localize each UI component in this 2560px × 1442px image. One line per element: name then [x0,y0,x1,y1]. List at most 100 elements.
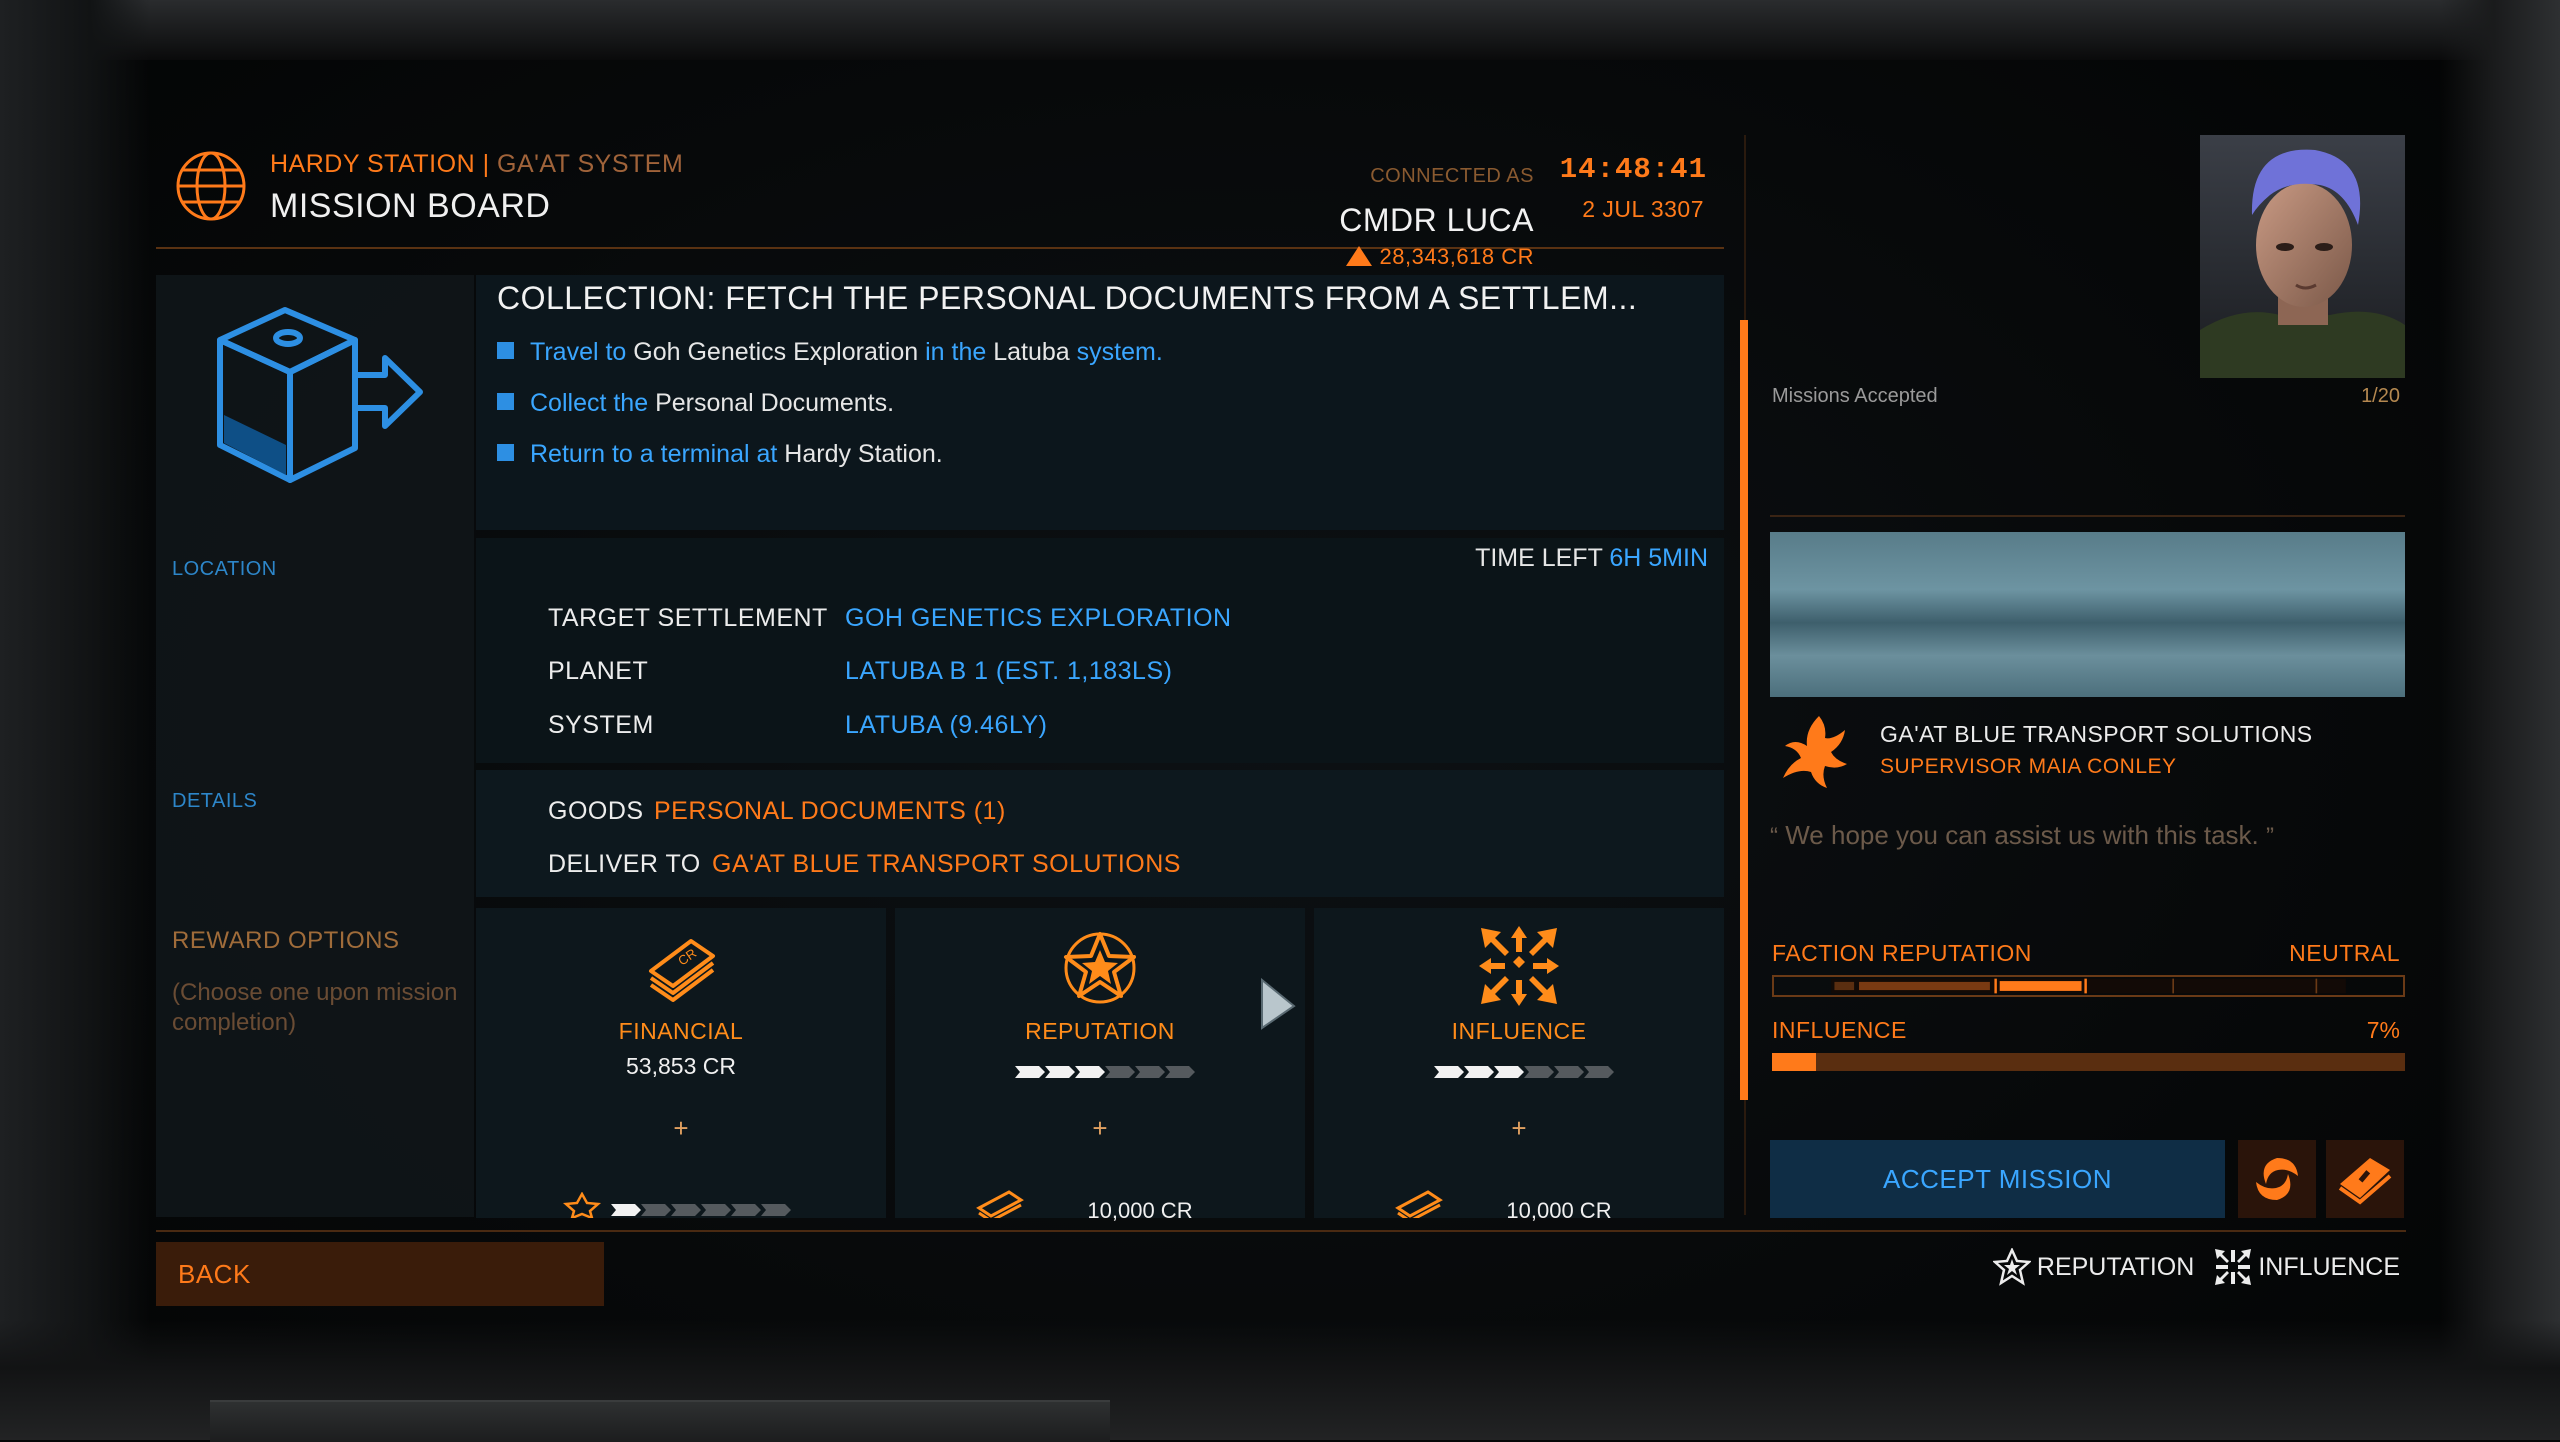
reward-legend: REPUTATION INFLUENCE [1992,1248,2400,1286]
reputation-star-icon [1064,932,1136,1004]
level-segment [1464,1066,1494,1078]
reward-card-reputation[interactable]: REPUTATION + 10,000 CR [895,908,1305,1223]
faction-name: GA'AT BLUE TRANSPORT SOLUTIONS [1880,721,2313,747]
legend-reputation: REPUTATION [1992,1248,2194,1286]
reward-plus: + [1092,1113,1108,1143]
reward-card-financial[interactable]: CR FINANCIAL 53,853 CR + [476,908,886,1218]
reputation-level-bar [1015,1066,1195,1078]
influence-value: 7% [2366,1017,2400,1043]
level-segment [731,1204,761,1216]
reward-options-label: REWARD OPTIONS [172,927,400,954]
faction-phoenix-icon [1783,716,1847,788]
open-quote-icon: “ [1770,823,1778,850]
decline-mission-button[interactable] [2238,1140,2316,1218]
reward-financial-label: FINANCIAL [618,1018,744,1044]
reward-plus: + [1511,1113,1527,1143]
influence-level-bar [1434,1066,1614,1078]
system-label: SYSTEM [548,711,654,739]
goods-value: PERSONAL DOCUMENTS (1) [654,797,1006,825]
connected-as-label: CONNECTED AS [1370,165,1534,187]
details-section-label: DETAILS [172,790,258,812]
faction-quote: “ We hope you can assist us with this ta… [1770,820,2274,850]
bullet-icon [497,342,514,359]
commander-avatar [2200,135,2405,378]
reputation-level-bar [611,1204,791,1216]
accept-mission-button[interactable]: ACCEPT MISSION [1770,1140,2225,1218]
missions-accepted-count: 1/20 [2361,385,2400,407]
deliver-to-label: DELIVER TO [548,850,701,878]
faction-reputation-value: NEUTRAL [2289,940,2400,966]
cockpit-frame-left [0,0,150,1440]
level-segment [1584,1066,1614,1078]
cockpit-frame-right [2440,0,2560,1440]
influence-bar-fill [1772,1053,1817,1071]
time-left-value: 6H 5MIN [1609,544,1708,572]
system-value: LATUBA (9.46LY) [845,711,1048,739]
page-title: MISSION BOARD [270,187,551,225]
level-segment [1165,1066,1195,1078]
level-segment [1045,1066,1075,1078]
level-segment [671,1204,701,1216]
objective-return: Return to a terminal at Hardy Station. [497,440,943,469]
target-settlement-value: GOH GENETICS EXPLORATION [845,604,1232,632]
level-segment [641,1204,671,1216]
level-segment [1075,1066,1105,1078]
reward-reputation-credits: 10,000 CR [1087,1198,1193,1223]
back-button[interactable]: BACK [156,1242,604,1306]
faction-reputation-bar [1772,975,2405,997]
influence-icon [2215,1249,2252,1285]
mission-log-button[interactable] [2326,1140,2404,1218]
reward-influence-credits: 10,000 CR [1506,1198,1612,1223]
level-segment [611,1204,641,1216]
reward-card-influence[interactable]: INFLUENCE + 10,000 CR [1314,908,1724,1223]
book-icon [2338,1158,2392,1205]
credits-icon: CR [649,939,715,1002]
station-name: HARDY STATION [270,150,476,178]
level-segment [1494,1066,1524,1078]
station-breadcrumb: HARDY STATION | GA'AT SYSTEM [270,150,683,179]
cockpit-frame-top [0,0,2560,60]
scroll-indicator[interactable] [1740,320,1748,1100]
reputation-star-icon [562,1192,602,1218]
commander-credits: 28,343,618 CR [1345,244,1535,270]
clock-time: 14:48:41 [1559,153,1707,186]
missions-accepted-label: Missions Accepted [1772,385,1938,407]
breadcrumb-separator: | [475,150,498,178]
level-segment [1554,1066,1584,1078]
reward-options-note: (Choose one upon mission completion) [172,979,458,1036]
level-segment [1135,1066,1165,1078]
level-segment [701,1204,731,1216]
bullet-icon [497,393,514,410]
mission-title: COLLECTION: FETCH THE PERSONAL DOCUMENTS… [497,280,1638,316]
credits-triangle-icon [1345,246,1372,266]
reputation-star-icon [1992,1248,2031,1286]
clock-date: 2 JUL 3307 [1582,196,1704,222]
reward-financial-value: 53,853 CR [626,1053,736,1079]
time-left: TIME LEFT 6H 5MIN [1475,544,1708,573]
mouse-cursor-icon [1261,978,1296,1030]
level-segment [761,1204,791,1216]
influence-icon [1479,926,1559,1006]
faction-banner-image [1770,532,2405,697]
time-left-label: TIME LEFT [1475,544,1603,572]
swirl-icon [2256,1158,2298,1200]
deliver-to-value: GA'AT BLUE TRANSPORT SOLUTIONS [712,850,1181,878]
globe-icon [176,151,246,221]
right-panel-divider [1770,515,2405,517]
target-settlement-label: TARGET SETTLEMENT [548,604,828,632]
cockpit-console-bar [210,1400,1110,1442]
planet-label: PLANET [548,657,649,685]
faction-reputation-label: FACTION REPUTATION [1772,940,2032,966]
collection-cargo-icon [217,307,423,483]
influence-label: INFLUENCE [1772,1017,1907,1043]
goods-label: GOODS [548,797,644,825]
level-segment [1105,1066,1135,1078]
commander-name: CMDR LUCA [1339,202,1534,238]
bullet-icon [497,444,514,461]
level-segment [1015,1066,1045,1078]
legend-influence: INFLUENCE [2214,1248,2400,1286]
objective-collect: Collect the Personal Documents. [497,389,894,418]
reward-reputation-label: REPUTATION [1025,1018,1175,1044]
reward-plus: + [673,1113,689,1143]
faction-contact: SUPERVISOR MAIA CONLEY [1880,755,2177,778]
